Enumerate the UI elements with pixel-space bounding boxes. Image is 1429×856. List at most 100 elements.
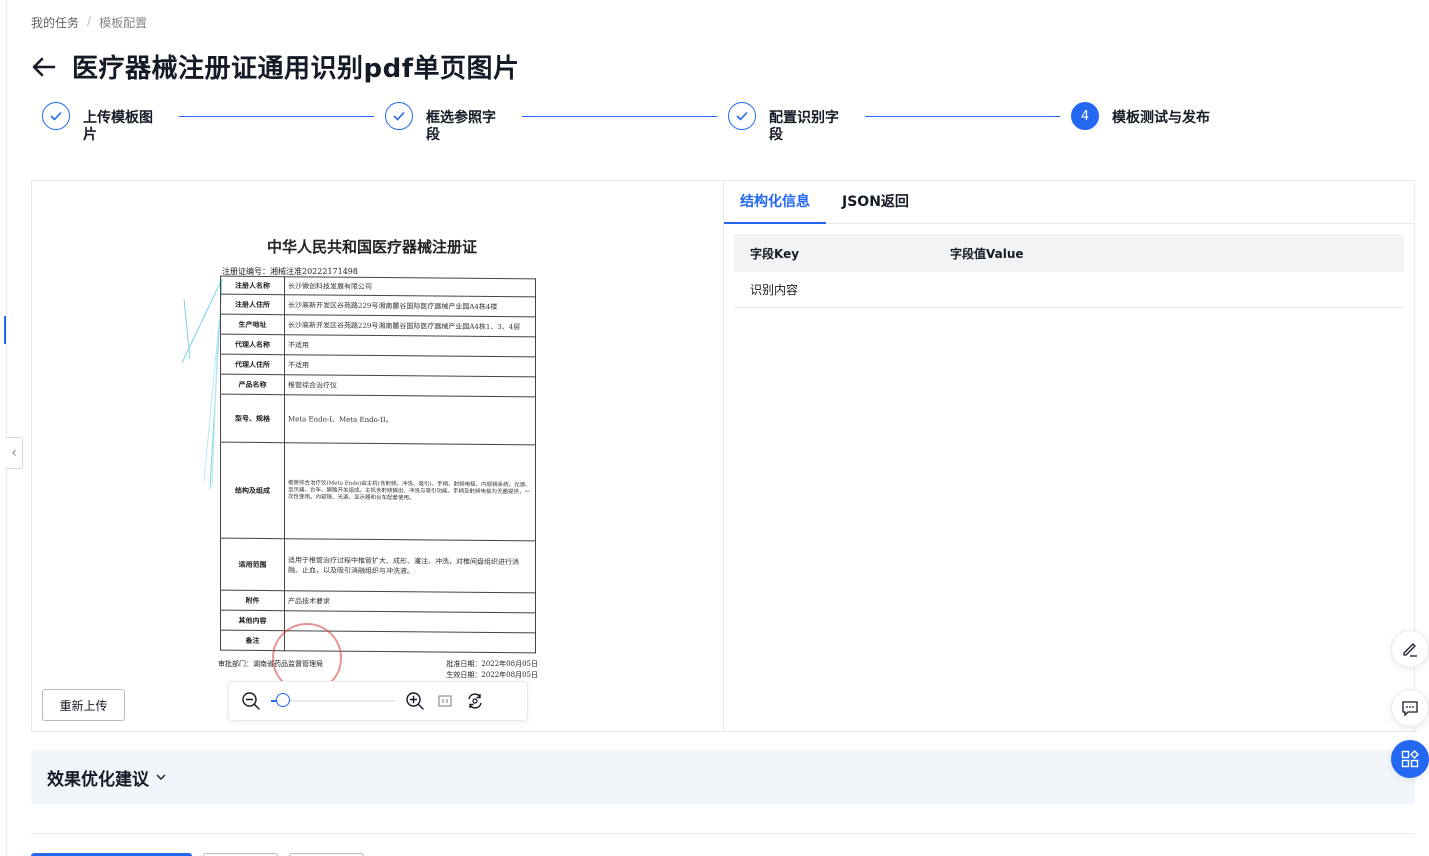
breadcrumb: 我的任务 / 模板配置 [31, 14, 147, 31]
doc-value: 产品技术要求 [284, 590, 536, 613]
reupload-button[interactable]: 重新上传 [42, 689, 125, 721]
doc-key: 型号、规格 [220, 394, 285, 443]
chevron-down-icon [156, 774, 166, 780]
step-select-reference: 框选参照字段 [385, 102, 506, 144]
reset-view-button[interactable] [465, 691, 485, 711]
doc-row: 产品名称 椎管综合治疗仪 [220, 374, 536, 397]
result-pane: 结构化信息 JSON返回 字段Key 字段值Value 识别内容 [724, 181, 1414, 731]
doc-key: 生产地址 [220, 314, 285, 335]
bottom-divider [31, 833, 1415, 834]
check-icon [736, 111, 748, 121]
title-row: 医疗器械注册证通用识别pdf单页图片 [30, 48, 520, 85]
check-icon [50, 111, 62, 121]
step-done-circle [385, 102, 413, 130]
certificate-document-image: 中华人民共和国医疗器械注册证 注册证编号：湘械注准20222171498 注册人… [182, 211, 602, 693]
chevron-left-icon: ‹ [11, 445, 17, 461]
zoom-out-icon [242, 692, 260, 710]
doc-row: 结构及组成 椎管综合治疗仪(Meta Endo)由主机(含射频、冲洗、吸引)、手柄… [220, 442, 536, 541]
doc-value: 椎管综合治疗仪(Meta Endo)由主机(含射频、冲洗、吸引)、手柄、射频电极… [284, 442, 536, 541]
doc-row: 适用范围 适用于椎管治疗过程中椎管扩大、成形、灌注、冲洗，对椎间盘组织进行消融、止… [220, 538, 536, 593]
doc-key: 附件 [220, 590, 285, 611]
column-header-key: 字段Key [734, 234, 934, 272]
doc-row: 其他内容 [220, 610, 536, 633]
doc-row: 型号、规格 Meta Endo-I、Meta Endo-II。 [220, 394, 536, 445]
image-preview-pane[interactable]: 中华人民共和国医疗器械注册证 注册证编号：湘械注准20222171498 注册人… [32, 181, 724, 731]
doc-row: 代理人住所 不适用 [220, 354, 536, 377]
step-connector [179, 116, 374, 117]
sidebar-collapse-handle[interactable]: ‹ [6, 437, 23, 469]
step-upload-template: 上传模板图片 [42, 102, 163, 144]
step-connector [865, 116, 1060, 117]
doc-value: Meta Endo-I、Meta Endo-II。 [284, 394, 536, 445]
page-title: 医疗器械注册证通用识别pdf单页图片 [72, 54, 520, 84]
doc-row: 注册人住所 长沙高新开发区谷苑路229号湘南麓谷国际医疗器械产业园A4栋4楼 [220, 294, 536, 317]
doc-key: 结构及组成 [220, 442, 285, 539]
zoom-in-button[interactable] [405, 691, 425, 711]
step-label: 上传模板图片 [83, 110, 153, 143]
result-table-header: 字段Key 字段值Value [734, 234, 1404, 272]
zoom-slider[interactable] [271, 693, 395, 707]
doc-value: 长沙高新开发区谷苑路229号湘南麓谷国际医疗器械产业园A4栋4楼 [284, 294, 536, 317]
doc-approval-dept: 审批部门：湖南省药品监督管理局 [218, 660, 323, 668]
page-root: ‹ 我的任务 / 模板配置 医疗器械注册证通用识别pdf单页图片 上传模板图片 … [0, 0, 1429, 856]
reset-view-icon [468, 693, 482, 709]
doc-value: 椎管综合治疗仪 [284, 374, 536, 397]
breadcrumb-separator: / [87, 14, 92, 28]
zoom-toolbar [228, 681, 528, 721]
fit-screen-icon [438, 695, 452, 707]
step-done-circle [42, 102, 70, 130]
field-key: 识别内容 [734, 272, 934, 308]
step-connector [522, 116, 717, 117]
step-config-fields: 配置识别字段 [728, 102, 849, 144]
doc-approval-date: 批准日期：2022年08月05日 [446, 660, 538, 668]
doc-row: 生产地址 长沙高新开发区谷苑路229号湘南麓谷国际医疗器械产业园A4栋1、3、4层 [220, 314, 536, 337]
apps-icon [1401, 750, 1419, 768]
step-label: 框选参照字段 [426, 110, 496, 143]
steps-progress: 上传模板图片 框选参照字段 配置识别字段 4 模板测试与发布 [42, 102, 1222, 152]
suggestions-title: 效果优化建议 [47, 769, 149, 790]
main-card: 中华人民共和国医疗器械注册证 注册证编号：湘械注准20222171498 注册人… [31, 180, 1415, 732]
doc-title: 中华人民共和国医疗器械注册证 [267, 238, 478, 256]
doc-key: 产品名称 [220, 374, 285, 395]
doc-key: 其他内容 [220, 610, 285, 631]
doc-value: 不适用 [284, 354, 536, 377]
step-done-circle [728, 102, 756, 130]
doc-row: 代理人名称 不适用 [220, 334, 536, 357]
doc-value: 适用于椎管治疗过程中椎管扩大、成形、灌注、冲洗，对椎间盘组织进行消融、止血，以及… [284, 538, 536, 593]
step-label: 配置识别字段 [769, 110, 839, 143]
doc-value: 长沙微创科技发展有限公司 [284, 276, 536, 297]
tab-json-response[interactable]: JSON返回 [826, 181, 925, 224]
fit-screen-button[interactable] [435, 691, 455, 711]
doc-row: 附件 产品技术要求 [220, 590, 536, 613]
tab-structured-info[interactable]: 结构化信息 [724, 181, 826, 224]
edit-icon [1403, 643, 1417, 657]
optimization-suggestions-panel[interactable]: 效果优化建议 [31, 750, 1415, 804]
column-header-value: 字段值Value [934, 234, 1404, 272]
doc-key: 注册人住所 [220, 294, 285, 315]
back-button[interactable] [30, 53, 58, 81]
doc-dates: 批准日期：2022年08月05日 生效日期：2022年08月05日 [446, 659, 538, 681]
doc-value: 长沙高新开发区谷苑路229号湘南麓谷国际医疗器械产业园A4栋1、3、4层 [284, 314, 536, 337]
doc-value: 不适用 [284, 334, 536, 357]
breadcrumb-parent[interactable]: 我的任务 [31, 14, 79, 31]
edit-float-button[interactable] [1391, 630, 1429, 668]
result-tabs: 结构化信息 JSON返回 [724, 181, 1414, 224]
zoom-out-button[interactable] [241, 691, 261, 711]
feedback-float-button[interactable] [1391, 689, 1429, 727]
doc-key: 适用范围 [220, 538, 285, 591]
doc-row: 备注 [220, 630, 536, 653]
message-icon [1402, 701, 1418, 717]
check-icon [393, 111, 405, 121]
result-table: 字段Key 字段值Value 识别内容 [734, 234, 1404, 308]
doc-key: 代理人住所 [220, 354, 285, 375]
doc-key: 代理人名称 [220, 334, 285, 355]
step-number-circle: 4 [1071, 102, 1099, 130]
doc-footer: 审批部门：湖南省药品监督管理局 批准日期：2022年08月05日 生效日期：20… [218, 659, 538, 681]
arrow-left-icon [32, 57, 56, 76]
step-test-publish: 4 模板测试与发布 [1071, 102, 1232, 130]
doc-key: 注册人名称 [220, 276, 285, 295]
breadcrumb-current: 模板配置 [99, 16, 148, 30]
apps-float-button[interactable] [1391, 740, 1429, 778]
zoom-thumb[interactable] [276, 693, 290, 707]
doc-table: 注册人名称 长沙微创科技发展有限公司 注册人住所 长沙高新开发区谷苑路229号湘南麓… [220, 275, 536, 654]
